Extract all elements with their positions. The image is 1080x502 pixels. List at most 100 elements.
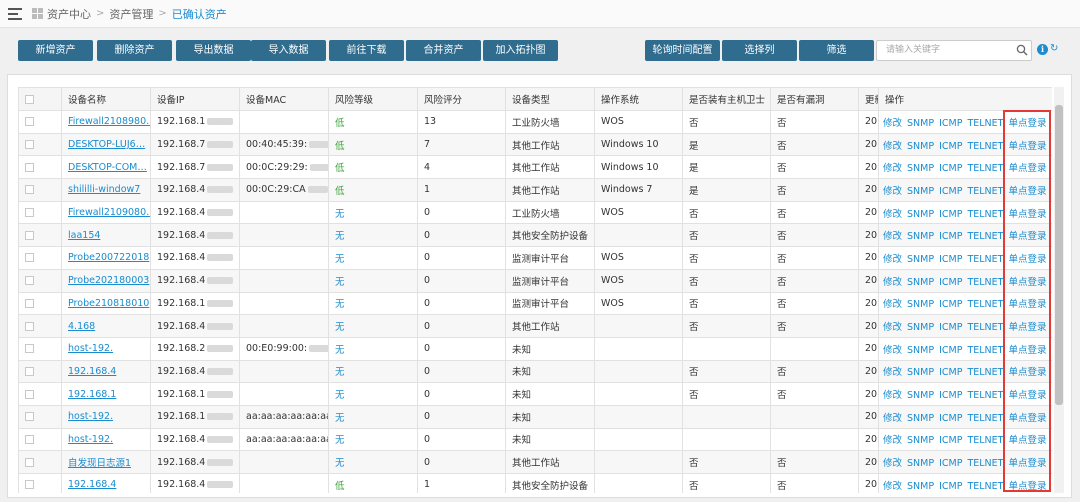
- vertical-scrollbar[interactable]: [1054, 87, 1064, 493]
- menu-toggle-icon[interactable]: [8, 7, 22, 20]
- sso-login-link[interactable]: 单点登录: [1008, 277, 1046, 288]
- add-asset-button[interactable]: 新增资产: [18, 40, 93, 61]
- icmp-link[interactable]: ICMP: [939, 299, 962, 310]
- row-checkbox-cell[interactable]: [18, 450, 62, 474]
- column-header[interactable]: 设备MAC: [239, 87, 329, 111]
- icmp-link[interactable]: ICMP: [939, 186, 962, 197]
- snmp-link[interactable]: SNMP: [907, 481, 934, 492]
- row-checkbox-cell[interactable]: [18, 382, 62, 406]
- row-checkbox[interactable]: [25, 276, 34, 286]
- icmp-link[interactable]: ICMP: [939, 413, 962, 424]
- column-header[interactable]: 设备名称: [61, 87, 151, 111]
- snmp-link[interactable]: SNMP: [907, 322, 934, 333]
- edit-link[interactable]: 修改: [883, 299, 902, 310]
- table-row[interactable]: DESKTOP-LUJ6… 192.168.7 00:40:45:39: 低 7 其他工作…: [18, 132, 1052, 157]
- row-checkbox-cell[interactable]: [18, 246, 62, 270]
- poll-time-config-button[interactable]: 轮询时间配置: [645, 40, 720, 61]
- edit-link[interactable]: 修改: [883, 345, 902, 356]
- sso-login-link[interactable]: 单点登录: [1008, 299, 1046, 310]
- telnet-link[interactable]: TELNET: [967, 481, 1003, 492]
- edit-link[interactable]: 修改: [883, 277, 902, 288]
- edit-link[interactable]: 修改: [883, 322, 902, 333]
- row-checkbox-cell[interactable]: [18, 200, 62, 225]
- device-name-cell[interactable]: shililli-window7: [61, 178, 151, 202]
- table-row[interactable]: Firewall2109080… 192.168.4 无 0 工业防火墙 WOS 否否 20 修…: [18, 200, 1052, 225]
- search-input[interactable]: 请输入关键字: [876, 40, 1032, 61]
- device-name-cell[interactable]: 192.168.1: [61, 382, 151, 406]
- row-checkbox[interactable]: [25, 457, 34, 467]
- device-name-cell[interactable]: 自发现日志源1: [61, 450, 151, 474]
- column-header[interactable]: 操作系统: [594, 87, 683, 111]
- icmp-link[interactable]: ICMP: [939, 254, 962, 265]
- device-name-link[interactable]: 192.168.4: [68, 366, 116, 377]
- icmp-link[interactable]: ICMP: [939, 231, 962, 242]
- telnet-link[interactable]: TELNET: [967, 209, 1003, 220]
- row-checkbox-cell[interactable]: [18, 155, 62, 180]
- icmp-link[interactable]: ICMP: [939, 458, 962, 469]
- merge-asset-button[interactable]: 合并资产: [406, 40, 481, 61]
- table-row[interactable]: 192.168.1 192.168.1 无 0 未知否否 20 修改 SNMP ICMP TELN…: [18, 382, 1052, 406]
- row-checkbox-cell[interactable]: [18, 314, 62, 338]
- telnet-link[interactable]: TELNET: [967, 186, 1003, 197]
- telnet-link[interactable]: TELNET: [967, 277, 1003, 288]
- telnet-link[interactable]: TELNET: [967, 254, 1003, 265]
- table-row[interactable]: 4.168 192.168.4 无 0 其他工作站否否 20 修改 SNMP ICMP TELNE…: [18, 314, 1052, 338]
- device-name-cell[interactable]: Firewall2108980…: [61, 110, 151, 134]
- icmp-link[interactable]: ICMP: [939, 435, 962, 446]
- icmp-link[interactable]: ICMP: [939, 367, 962, 378]
- import-data-button[interactable]: 导入数据: [251, 40, 326, 61]
- device-name-cell[interactable]: Probe202180003: [61, 268, 151, 293]
- device-name-cell[interactable]: 4.168: [61, 314, 151, 338]
- device-name-cell[interactable]: host-192.: [61, 336, 151, 361]
- sso-login-link[interactable]: 单点登录: [1008, 345, 1046, 356]
- icmp-link[interactable]: ICMP: [939, 118, 962, 129]
- row-checkbox[interactable]: [25, 434, 34, 444]
- edit-link[interactable]: 修改: [883, 413, 902, 424]
- telnet-link[interactable]: TELNET: [967, 322, 1003, 333]
- icmp-link[interactable]: ICMP: [939, 141, 962, 152]
- edit-link[interactable]: 修改: [883, 209, 902, 220]
- sso-login-link[interactable]: 单点登录: [1008, 141, 1046, 152]
- device-name-link[interactable]: host-192.: [68, 434, 113, 445]
- column-header[interactable]: 风险等级: [328, 87, 418, 111]
- snmp-link[interactable]: SNMP: [907, 118, 934, 129]
- device-name-link[interactable]: Firewall2108980…: [68, 116, 150, 127]
- device-name-cell[interactable]: DESKTOP-LUJ6…: [61, 132, 151, 157]
- vertical-scroll-thumb[interactable]: [1055, 105, 1063, 405]
- column-header[interactable]: 设备类型: [505, 87, 595, 111]
- device-name-link[interactable]: host-192.: [68, 411, 113, 422]
- sso-login-link[interactable]: 单点登录: [1008, 209, 1046, 220]
- device-name-cell[interactable]: 192.168.4: [61, 359, 151, 384]
- info-icon[interactable]: i: [1037, 44, 1048, 55]
- snmp-link[interactable]: SNMP: [907, 413, 934, 424]
- device-name-link[interactable]: shililli-window7: [68, 184, 140, 195]
- breadcrumb-item[interactable]: 资产管理: [109, 6, 153, 22]
- edit-link[interactable]: 修改: [883, 481, 902, 492]
- row-checkbox[interactable]: [25, 366, 34, 376]
- sso-login-link[interactable]: 单点登录: [1008, 254, 1046, 265]
- telnet-link[interactable]: TELNET: [967, 435, 1003, 446]
- table-row[interactable]: host-192. 192.168.1 aa:aa:aa:aa:aa:aa 无 0 未知 2…: [18, 404, 1052, 429]
- edit-link[interactable]: 修改: [883, 231, 902, 242]
- table-row[interactable]: Probe202180003 192.168.4 无 0 监测审计平台 WOS 否否 20 修改…: [18, 268, 1052, 293]
- column-header[interactable]: 设备IP: [150, 87, 240, 111]
- sso-login-link[interactable]: 单点登录: [1008, 458, 1046, 469]
- snmp-link[interactable]: SNMP: [907, 277, 934, 288]
- table-row[interactable]: Probe200722018 192.168.4 无 0 监测审计平台 WOS 否否 20 修改…: [18, 246, 1052, 270]
- device-name-link[interactable]: 4.168: [68, 321, 95, 332]
- row-checkbox-cell[interactable]: [18, 404, 62, 429]
- row-checkbox[interactable]: [25, 389, 34, 399]
- row-checkbox[interactable]: [25, 117, 34, 127]
- sso-login-link[interactable]: 单点登录: [1008, 390, 1046, 401]
- device-name-link[interactable]: Firewall2109080…: [68, 207, 150, 218]
- device-name-link[interactable]: 自发现日志源1: [68, 458, 131, 469]
- row-checkbox-cell[interactable]: [18, 336, 62, 361]
- row-checkbox[interactable]: [25, 298, 34, 308]
- telnet-link[interactable]: TELNET: [967, 141, 1003, 152]
- snmp-link[interactable]: SNMP: [907, 435, 934, 446]
- select-all-checkbox[interactable]: [25, 94, 34, 104]
- device-name-link[interactable]: Probe202180003: [68, 275, 149, 286]
- device-name-link[interactable]: DESKTOP-COM…: [68, 162, 147, 173]
- table-row[interactable]: laa154 192.168.4 无 0 其他安全防护设备否否 20 修改 SNMP ICMP T…: [18, 223, 1052, 248]
- telnet-link[interactable]: TELNET: [967, 390, 1003, 401]
